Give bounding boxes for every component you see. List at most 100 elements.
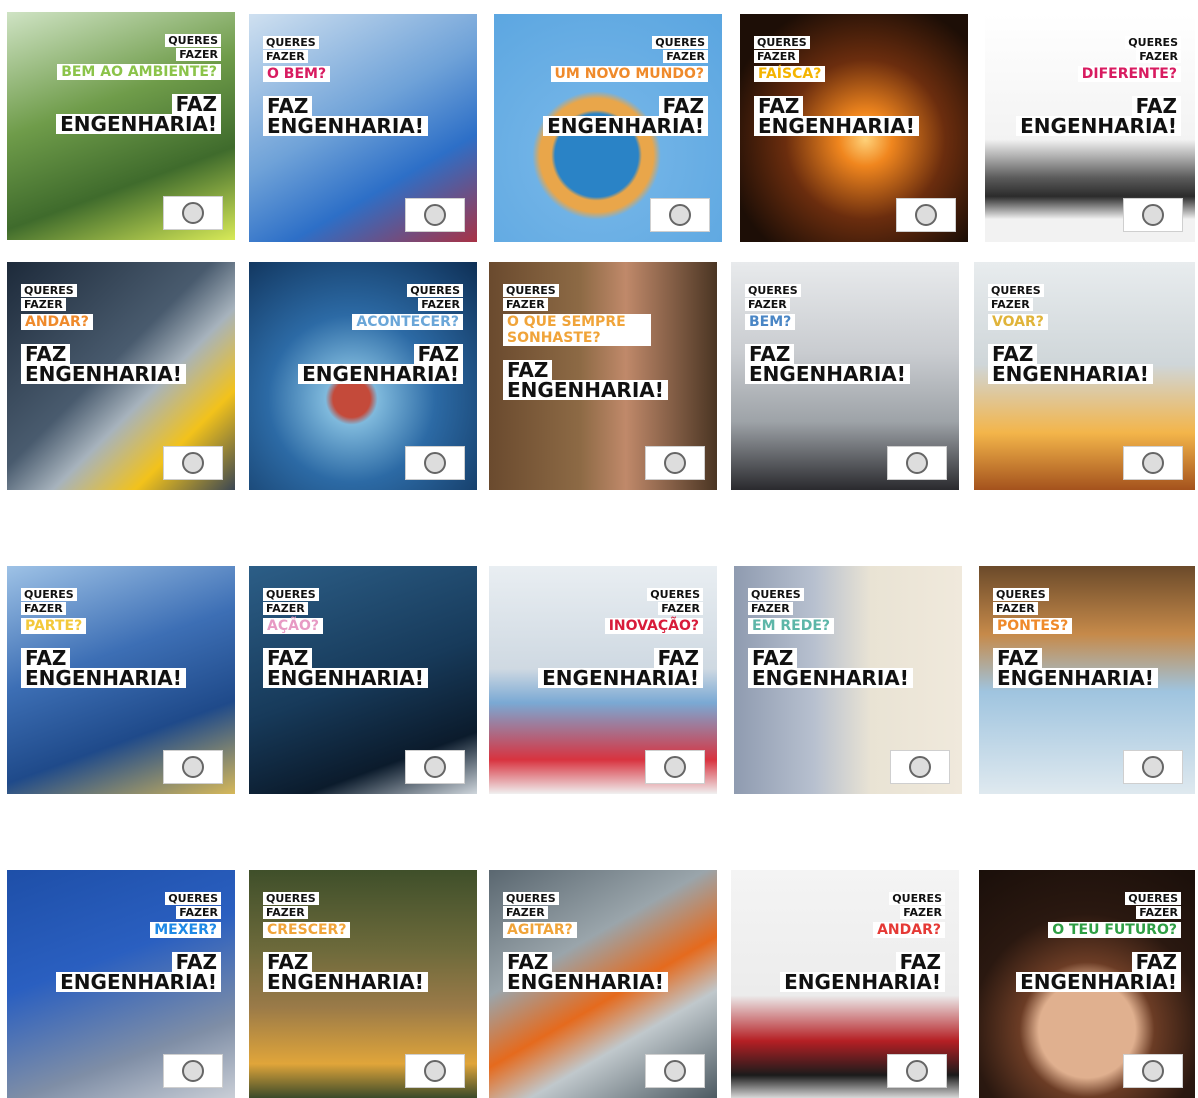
question-word: PONTES?: [993, 618, 1073, 634]
university-logo: [405, 750, 465, 784]
engenharia-word: ENGENHARIA!: [745, 364, 910, 384]
queres-word: QUERES: [263, 588, 319, 601]
university-logo: [887, 1054, 947, 1088]
question-word: CRESCER?: [263, 922, 351, 938]
university-logo: [896, 198, 956, 232]
question-word: BEM AO AMBIENTE?: [57, 64, 221, 80]
faz-word: FAZ: [1131, 952, 1181, 972]
university-logo: [1123, 750, 1183, 784]
faz-word: FAZ: [653, 648, 703, 668]
fazer-word: FAZER: [748, 602, 793, 615]
poster-tile: QUERES FAZER ANDAR? FAZ ENGENHARIA!: [731, 870, 959, 1098]
university-logo: [645, 1054, 705, 1088]
seal-icon: [1142, 756, 1164, 778]
queres-word: QUERES: [407, 284, 463, 297]
fazer-word: FAZER: [503, 298, 548, 311]
poster-tile: QUERES FAZER O TEU FUTURO? FAZ ENGENHARI…: [979, 870, 1195, 1098]
seal-icon: [182, 452, 204, 474]
question-word: ANDAR?: [21, 314, 93, 330]
seal-icon: [664, 756, 686, 778]
university-logo: [645, 446, 705, 480]
queres-word: QUERES: [988, 284, 1044, 297]
engenharia-word: ENGENHARIA!: [21, 668, 186, 688]
seal-icon: [424, 452, 446, 474]
poster-tile: QUERES FAZER O BEM? FAZ ENGENHARIA!: [249, 14, 477, 242]
university-logo: [650, 198, 710, 232]
engenharia-word: ENGENHARIA!: [298, 364, 463, 384]
engenharia-word: ENGENHARIA!: [263, 668, 428, 688]
fazer-word: FAZER: [21, 602, 66, 615]
seal-icon: [1142, 452, 1164, 474]
engenharia-word: ENGENHARIA!: [21, 364, 186, 384]
seal-icon: [915, 204, 937, 226]
fazer-word: FAZER: [263, 906, 308, 919]
university-logo: [405, 446, 465, 480]
engenharia-word: ENGENHARIA!: [780, 972, 945, 992]
fazer-word: FAZER: [1136, 906, 1181, 919]
fazer-word: FAZER: [754, 50, 799, 63]
queres-word: QUERES: [263, 36, 319, 49]
faz-word: FAZ: [754, 96, 804, 116]
faz-word: FAZ: [263, 96, 313, 116]
engenharia-word: ENGENHARIA!: [503, 380, 668, 400]
queres-word: QUERES: [748, 588, 804, 601]
question-word: VOAR?: [988, 314, 1048, 330]
faz-word: FAZ: [748, 648, 798, 668]
fazer-word: FAZER: [993, 602, 1038, 615]
queres-word: QUERES: [503, 284, 559, 297]
university-logo: [163, 446, 223, 480]
engenharia-word: ENGENHARIA!: [543, 116, 708, 136]
faz-word: FAZ: [658, 96, 708, 116]
faz-word: FAZ: [21, 344, 71, 364]
question-word: O TEU FUTURO?: [1048, 922, 1181, 938]
poster-tile: QUERES FAZER BEM? FAZ ENGENHARIA!: [731, 262, 959, 490]
poster-tile: QUERES FAZER MEXER? FAZ ENGENHARIA!: [7, 870, 235, 1098]
university-logo: [163, 196, 223, 230]
engenharia-word: ENGENHARIA!: [56, 114, 221, 134]
question-word: ACONTECER?: [352, 314, 463, 330]
poster-tile: QUERES FAZER INOVAÇÃO? FAZ ENGENHARIA!: [489, 566, 717, 794]
faz-word: FAZ: [745, 344, 795, 364]
poster-tile: QUERES FAZER VOAR? FAZ ENGENHARIA!: [974, 262, 1195, 490]
faz-word: FAZ: [503, 360, 553, 380]
fazer-word: FAZER: [503, 906, 548, 919]
engenharia-word: ENGENHARIA!: [1016, 116, 1181, 136]
question-word: BEM?: [745, 314, 796, 330]
engenharia-word: ENGENHARIA!: [1016, 972, 1181, 992]
queres-word: QUERES: [647, 588, 703, 601]
fazer-word: FAZER: [745, 298, 790, 311]
faz-word: FAZ: [503, 952, 553, 972]
queres-word: QUERES: [652, 36, 708, 49]
university-logo: [1123, 1054, 1183, 1088]
queres-word: QUERES: [21, 588, 77, 601]
fazer-word: FAZER: [263, 50, 308, 63]
university-logo: [405, 1054, 465, 1088]
question-word: INOVAÇÃO?: [604, 618, 703, 634]
fazer-word: FAZER: [418, 298, 463, 311]
faz-word: FAZ: [21, 648, 71, 668]
seal-icon: [906, 452, 928, 474]
question-word: PARTE?: [21, 618, 87, 634]
queres-word: QUERES: [745, 284, 801, 297]
university-logo: [163, 1054, 223, 1088]
engenharia-word: ENGENHARIA!: [993, 668, 1158, 688]
seal-icon: [909, 756, 931, 778]
question-word: MEXER?: [150, 922, 221, 938]
engenharia-word: ENGENHARIA!: [754, 116, 919, 136]
queres-word: QUERES: [1125, 36, 1181, 49]
engenharia-word: ENGENHARIA!: [748, 668, 913, 688]
queres-word: QUERES: [1125, 892, 1181, 905]
university-logo: [890, 750, 950, 784]
poster-tile: QUERES FAZER UM NOVO MUNDO? FAZ ENGENHAR…: [494, 14, 722, 242]
seal-icon: [1142, 204, 1164, 226]
seal-icon: [1142, 1060, 1164, 1082]
faz-word: FAZ: [895, 952, 945, 972]
question-word: DIFERENTE?: [1077, 66, 1181, 82]
engenharia-word: ENGENHARIA!: [503, 972, 668, 992]
engenharia-word: ENGENHARIA!: [538, 668, 703, 688]
poster-tile: QUERES FAZER ACONTECER? FAZ ENGENHARIA!: [249, 262, 477, 490]
seal-icon: [182, 1060, 204, 1082]
fazer-word: FAZER: [21, 298, 66, 311]
fazer-word: FAZER: [900, 906, 945, 919]
fazer-word: FAZER: [663, 50, 708, 63]
